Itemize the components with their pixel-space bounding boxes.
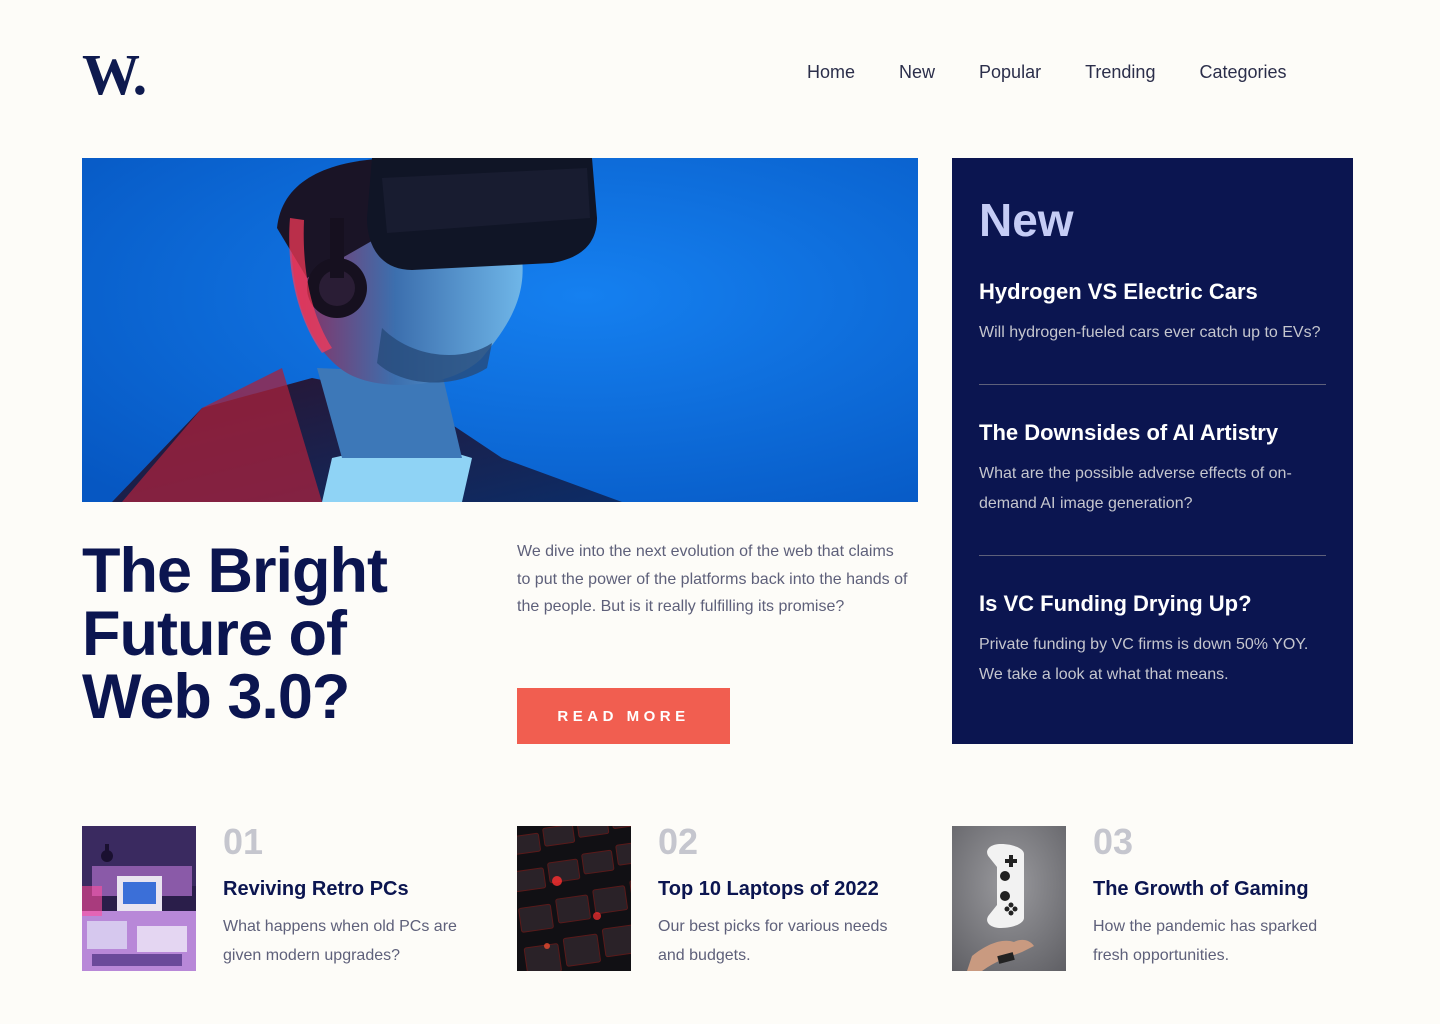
nav-popular[interactable]: Popular <box>979 62 1041 83</box>
new-item-title[interactable]: Hydrogen VS Electric Cars <box>979 278 1326 306</box>
card-description: How the pandemic has sparked fresh oppor… <box>1093 918 1318 964</box>
game-controller-thumbnail[interactable] <box>952 826 1066 971</box>
card-description: Our best picks for various needs and bud… <box>658 918 888 964</box>
new-item: Hydrogen VS Electric Cars Will hydrogen-… <box>979 278 1326 348</box>
hero-title: The Bright Future of Web 3.0? <box>82 536 388 732</box>
nav-home[interactable]: Home <box>807 62 855 83</box>
new-item-description: Private funding by VC firms is down 50% … <box>979 636 1309 683</box>
retro-pc-thumbnail[interactable] <box>82 826 196 971</box>
new-item: Is VC Funding Drying Up? Private funding… <box>979 590 1326 690</box>
card-number: 01 <box>223 821 264 862</box>
nav-categories[interactable]: Categories <box>1199 62 1286 83</box>
divider <box>979 384 1326 385</box>
article-card: 03 The Growth of Gaming How the pandemic… <box>952 821 1352 971</box>
card-number: 02 <box>658 821 699 862</box>
card-number: 03 <box>1093 821 1134 862</box>
main-nav: Home New Popular Trending Categories <box>807 62 1331 83</box>
article-card: 01 Reviving Retro PCs What happens when … <box>82 821 482 971</box>
card-title[interactable]: Reviving Retro PCs <box>223 876 493 902</box>
read-more-button[interactable]: READ MORE <box>517 688 730 744</box>
card-title[interactable]: Top 10 Laptops of 2022 <box>658 876 928 902</box>
laptop-keyboard-thumbnail[interactable] <box>517 826 631 971</box>
new-item: The Downsides of AI Artistry What are th… <box>979 419 1326 519</box>
divider <box>979 555 1326 556</box>
card-title[interactable]: The Growth of Gaming <box>1093 876 1363 902</box>
site-logo[interactable]: W. <box>82 46 147 104</box>
hero-image <box>82 158 918 502</box>
new-panel-heading: New <box>979 194 1074 246</box>
nav-trending[interactable]: Trending <box>1085 62 1155 83</box>
new-item-description: Will hydrogen-fueled cars ever catch up … <box>979 324 1321 341</box>
hero-description: We dive into the next evolution of the w… <box>517 543 908 615</box>
new-panel: New Hydrogen VS Electric Cars Will hydro… <box>952 158 1353 744</box>
new-item-title[interactable]: Is VC Funding Drying Up? <box>979 590 1326 618</box>
new-item-title[interactable]: The Downsides of AI Artistry <box>979 419 1326 447</box>
article-card: 02 Top 10 Laptops of 2022 Our best picks… <box>517 821 917 971</box>
new-item-description: What are the possible adverse effects of… <box>979 465 1292 512</box>
nav-new[interactable]: New <box>899 62 935 83</box>
card-description: What happens when old PCs are given mode… <box>223 918 457 964</box>
